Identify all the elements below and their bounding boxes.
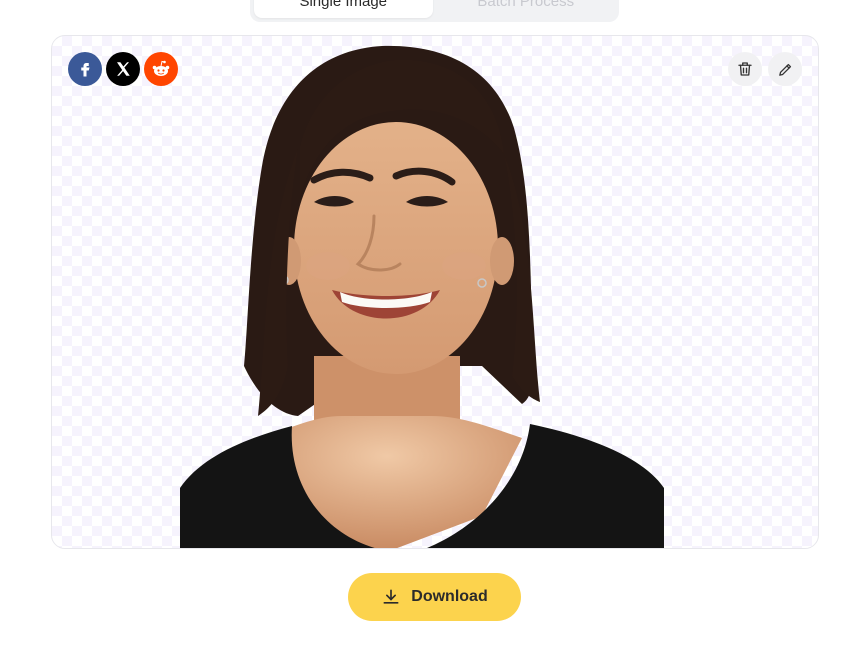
trash-icon xyxy=(738,62,752,76)
download-icon xyxy=(383,589,399,604)
result-preview-card xyxy=(51,35,819,549)
download-label: Download xyxy=(411,588,488,605)
share-reddit-button[interactable] xyxy=(144,52,178,86)
download-button[interactable]: Download xyxy=(348,573,521,621)
x-icon xyxy=(117,62,130,76)
share-facebook-button[interactable] xyxy=(68,52,102,86)
result-image xyxy=(180,45,664,548)
share-x-button[interactable] xyxy=(106,52,140,86)
delete-button[interactable] xyxy=(728,52,762,86)
edit-button[interactable] xyxy=(768,52,802,86)
reddit-icon xyxy=(152,60,170,76)
pencil-icon xyxy=(778,63,791,76)
tab-batch-process[interactable]: Batch Process xyxy=(437,0,616,18)
tab-single-image[interactable]: Single Image xyxy=(254,0,433,18)
mode-tabs: Single Image Batch Process xyxy=(250,0,619,22)
facebook-icon xyxy=(81,63,90,77)
image-tools xyxy=(728,52,802,86)
share-buttons xyxy=(68,52,178,86)
